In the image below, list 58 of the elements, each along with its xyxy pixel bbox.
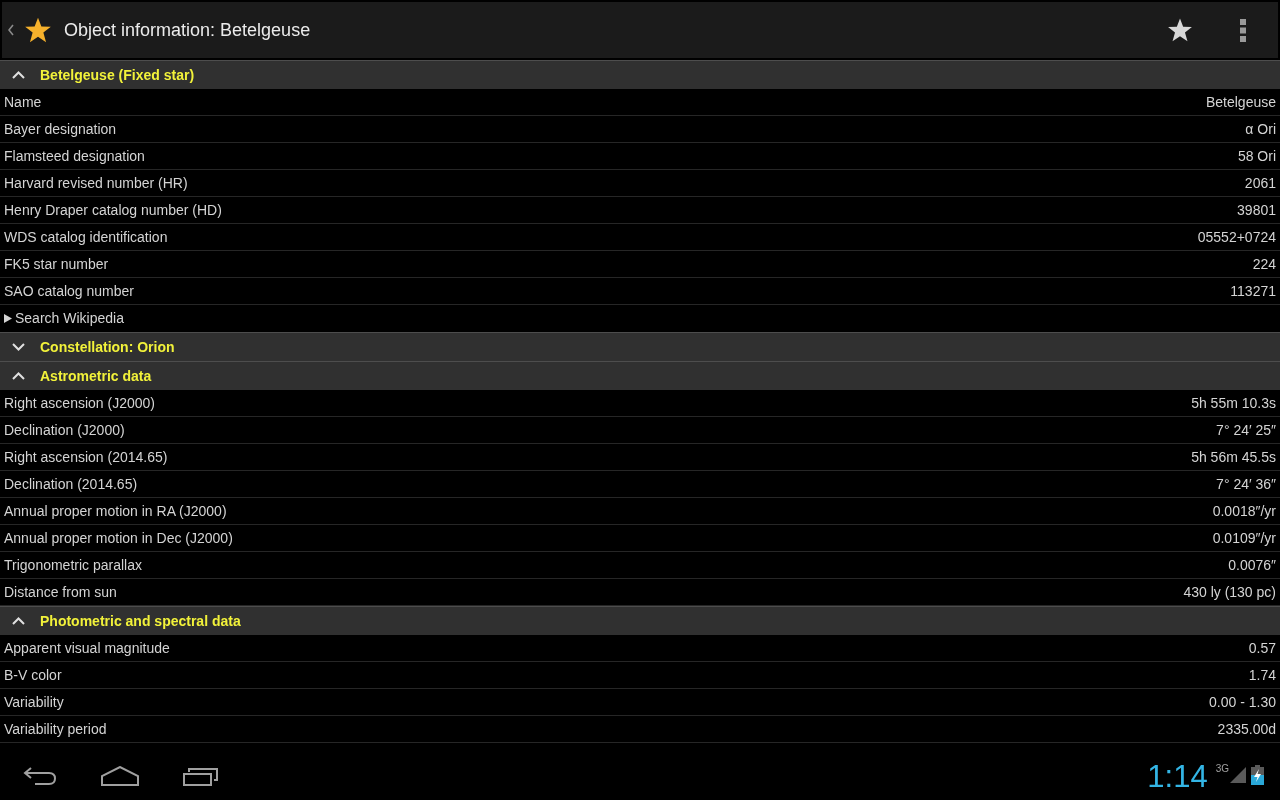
field-value: 1.74 xyxy=(1248,665,1276,685)
field-value: 58 Ori xyxy=(1237,146,1276,166)
field-value: 2061 xyxy=(1244,173,1276,193)
section-header[interactable]: Betelgeuse (Fixed star) xyxy=(0,60,1280,89)
field-label: B-V color xyxy=(4,665,62,685)
section-header[interactable]: Constellation: Orion xyxy=(0,332,1280,361)
field-value: 5h 55m 10.3s xyxy=(1191,393,1276,413)
field-label: Variability period xyxy=(4,719,107,739)
field-label: Distance from sun xyxy=(4,582,117,602)
field-value: 0.57 xyxy=(1248,638,1276,658)
section-header[interactable]: Astrometric data xyxy=(0,361,1280,390)
field-value: 39801 xyxy=(1237,200,1276,220)
field-label: Flamsteed designation xyxy=(4,146,145,166)
field-label: Annual proper motion in RA (J2000) xyxy=(4,501,227,521)
field-label: Apparent visual magnitude xyxy=(4,638,170,658)
field-label: FK5 star number xyxy=(4,254,109,274)
overflow-menu-icon[interactable] xyxy=(1240,18,1246,42)
recent-apps-icon[interactable] xyxy=(183,766,219,786)
clock: 1:14 xyxy=(1147,760,1208,792)
field-label: Right ascension (J2000) xyxy=(4,393,155,413)
field-value: 7° 24′ 36″ xyxy=(1216,474,1276,494)
caret-left-icon[interactable] xyxy=(8,24,14,36)
wikipedia-link[interactable]: Search Wikipedia xyxy=(4,308,124,329)
field-value: 113271 xyxy=(1230,281,1276,301)
field-label: Trigonometric parallax xyxy=(4,555,142,575)
field-value: 7° 24′ 25″ xyxy=(1216,420,1276,440)
triangle-icon xyxy=(4,314,12,323)
field-label: Name xyxy=(4,92,42,112)
battery-charging-icon xyxy=(1251,764,1264,785)
field-value: 5h 56m 45.5s xyxy=(1191,447,1276,467)
field-value: 0.0018″/yr xyxy=(1212,501,1276,521)
field-value: 05552+0724 xyxy=(1197,227,1276,247)
field-value: 430 ly (130 pc) xyxy=(1183,582,1276,602)
signal-icon xyxy=(1230,766,1246,783)
field-value: α Ori xyxy=(1245,119,1276,139)
field-label: Henry Draper catalog number (HD) xyxy=(4,200,222,220)
field-label: Harvard revised number (HR) xyxy=(4,173,188,193)
field-value: 0.0109″/yr xyxy=(1212,528,1276,548)
home-icon[interactable] xyxy=(101,766,139,786)
field-label: SAO catalog number xyxy=(4,281,134,301)
field-value: Betelgeuse xyxy=(1205,92,1276,112)
field-value: 0.00 - 1.30 xyxy=(1209,692,1276,712)
network-type: 3G xyxy=(1215,764,1229,774)
field-value: 0.0076″ xyxy=(1228,555,1276,575)
window-title: Object information: Betelgeuse xyxy=(64,18,311,42)
section-header[interactable]: Photometric and spectral data xyxy=(0,606,1280,635)
field-label: Declination (J2000) xyxy=(4,420,125,440)
field-label: Annual proper motion in Dec (J2000) xyxy=(4,528,233,548)
star-icon[interactable] xyxy=(1167,17,1193,43)
field-label: Variability xyxy=(4,692,64,712)
back-icon[interactable] xyxy=(23,766,57,786)
field-value: 224 xyxy=(1252,254,1276,274)
star-icon[interactable] xyxy=(24,16,52,44)
field-label: WDS catalog identification xyxy=(4,227,168,247)
field-label: Bayer designation xyxy=(4,119,117,139)
field-label: Declination (2014.65) xyxy=(4,474,138,494)
field-label: Right ascension (2014.65) xyxy=(4,447,168,467)
field-value: 2335.00d xyxy=(1217,719,1276,739)
